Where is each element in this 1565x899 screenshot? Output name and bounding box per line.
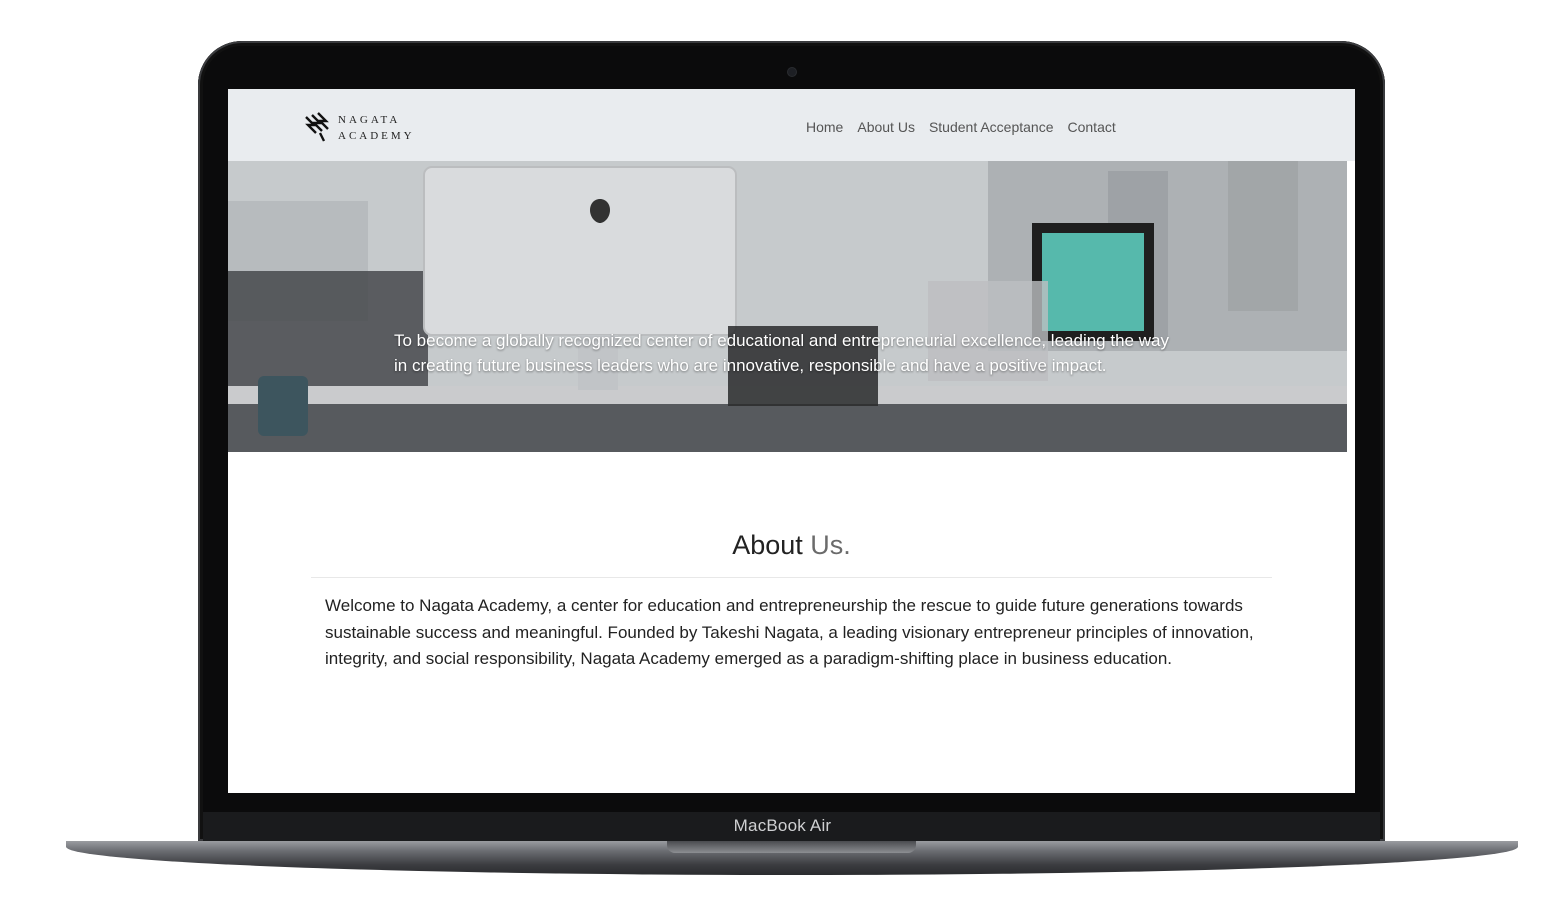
browser-viewport: NAGATA ACADEMY Home About Us Student Acc… bbox=[228, 89, 1355, 793]
nav-about-link[interactable]: About Us bbox=[857, 119, 915, 135]
about-paragraph: Welcome to Nagata Academy, a center for … bbox=[325, 596, 1254, 668]
logo-line-2: ACADEMY bbox=[338, 130, 415, 142]
nav-home-link[interactable]: Home bbox=[806, 119, 843, 135]
hero-overlay bbox=[228, 161, 1347, 452]
about-heading: About Us. bbox=[228, 530, 1355, 561]
logo-text: NAGATA ACADEMY bbox=[338, 112, 415, 144]
section-divider bbox=[311, 577, 1272, 578]
laptop-notch bbox=[667, 841, 916, 853]
hero-edge-strip bbox=[1347, 161, 1355, 452]
hero-mission-text: To become a globally recognized center o… bbox=[394, 331, 1169, 375]
nav-menu: Home About Us Student Acceptance Contact bbox=[806, 119, 1116, 135]
academy-logo-icon bbox=[305, 112, 329, 142]
camera-icon bbox=[788, 68, 796, 76]
nav-student-acceptance-link[interactable]: Student Acceptance bbox=[929, 119, 1054, 135]
about-heading-main: About bbox=[732, 530, 803, 560]
site-logo[interactable]: NAGATA ACADEMY bbox=[304, 111, 424, 145]
top-navbar: NAGATA ACADEMY Home About Us Student Acc… bbox=[228, 89, 1355, 161]
hero-banner: To become a globally recognized center o… bbox=[228, 161, 1347, 452]
device-label: MacBook Air bbox=[733, 816, 832, 835]
nav-contact-link[interactable]: Contact bbox=[1068, 119, 1116, 135]
logo-line-1: NAGATA bbox=[338, 114, 401, 126]
about-heading-accent: Us. bbox=[810, 530, 851, 560]
